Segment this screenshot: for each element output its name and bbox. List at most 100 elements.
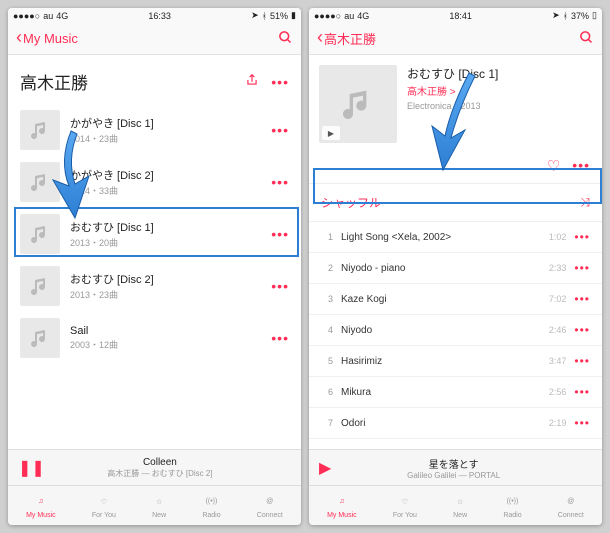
track-row[interactable]: 8Garbha3:41••• xyxy=(309,439,602,449)
track-row[interactable]: 1Light Song <Xela, 2002>1:02••• xyxy=(309,222,602,253)
radio-icon: ((•)) xyxy=(206,493,218,511)
more-icon[interactable]: ••• xyxy=(574,323,590,337)
heart-icon: ♡ xyxy=(402,493,408,511)
more-icon[interactable]: ••• xyxy=(271,174,289,190)
tab-for-you[interactable]: ♡For You xyxy=(393,493,417,519)
more-icon[interactable]: ••• xyxy=(271,74,289,90)
tab-bar: ♫My Music ♡For You ☆New ((•))Radio @Conn… xyxy=(8,485,301,525)
bluetooth-icon: ᚼ xyxy=(563,11,568,21)
star-icon: ☆ xyxy=(156,493,162,511)
track-row[interactable]: 6Mikura2:56••• xyxy=(309,377,602,408)
more-icon[interactable]: ••• xyxy=(271,278,289,294)
album-sub: 2013・23曲 xyxy=(70,288,261,301)
now-playing-bar[interactable]: ▶ 星を落とすGalileo Galilei — PORTAL xyxy=(309,449,602,485)
nav-bar: ‹ 高木正勝 xyxy=(309,23,602,55)
track-row[interactable]: 7Odori2:19••• xyxy=(309,408,602,439)
np-title: 星を落とす xyxy=(341,456,566,471)
back-button[interactable]: ‹ My Music xyxy=(16,29,78,48)
tab-my-music[interactable]: ♫My Music xyxy=(327,493,357,519)
screen-album-tracks: ●●●●○ au 4G 18:41 ➤ ᚼ 37% ▯ ‹ 高木正勝 ▶ おむす… xyxy=(309,8,602,525)
album-title: おむすひ [Disc 2] xyxy=(70,271,261,287)
album-row[interactable]: おむすひ [Disc 2]2013・23曲 ••• xyxy=(8,260,301,312)
album-list[interactable]: かがやき [Disc 1]2014・23曲 ••• かがやき [Disc 2]2… xyxy=(8,104,301,449)
more-icon[interactable]: ••• xyxy=(271,330,289,346)
album-art-large[interactable]: ▶ xyxy=(319,65,397,143)
battery-icon: ▮ xyxy=(291,10,296,21)
more-icon[interactable]: ••• xyxy=(574,261,590,275)
track-list[interactable]: 1Light Song <Xela, 2002>1:02••• 2Niyodo … xyxy=(309,222,602,449)
track-row[interactable]: 5Hasirimiz3:47••• xyxy=(309,346,602,377)
album-sub: 2014・23曲 xyxy=(70,132,261,145)
battery-icon: ▯ xyxy=(592,10,597,21)
star-icon: ☆ xyxy=(457,493,463,511)
tab-connect[interactable]: @Connect xyxy=(257,493,283,519)
status-bar: ●●●●○ au 4G 18:41 ➤ ᚼ 37% ▯ xyxy=(309,8,602,23)
now-playing-bar[interactable]: ❚❚ Colleen高木正勝 — おむすひ [Disc 2] xyxy=(8,449,301,485)
shuffle-button[interactable]: シャッフル ⤨ xyxy=(309,184,602,222)
network-label: 4G xyxy=(357,11,369,21)
heart-icon: ♡ xyxy=(101,493,107,511)
share-icon[interactable] xyxy=(245,73,259,90)
back-button[interactable]: ‹ 高木正勝 xyxy=(317,29,376,48)
track-row[interactable]: 3Kaze Kogi7:02••• xyxy=(309,284,602,315)
more-icon[interactable]: ••• xyxy=(574,292,590,306)
album-row[interactable]: かがやき [Disc 1]2014・23曲 ••• xyxy=(8,104,301,156)
album-art-icon xyxy=(20,318,60,358)
album-art-icon xyxy=(20,266,60,306)
carrier-label: au xyxy=(43,11,53,21)
album-sub: 2003・12曲 xyxy=(70,338,261,351)
back-label: 高木正勝 xyxy=(324,29,376,48)
location-icon: ➤ xyxy=(552,10,560,21)
back-label: My Music xyxy=(23,31,78,46)
artist-header: 高木正勝 ••• xyxy=(8,55,301,104)
tab-radio[interactable]: ((•))Radio xyxy=(202,493,220,519)
tab-radio[interactable]: ((•))Radio xyxy=(503,493,521,519)
album-row[interactable]: おむすひ [Disc 1]2013・20曲 ••• xyxy=(8,208,301,260)
battery-label: 51% xyxy=(270,11,288,21)
chevron-left-icon: ‹ xyxy=(16,27,22,48)
bluetooth-icon: ᚼ xyxy=(262,11,267,21)
album-title: Sail xyxy=(70,325,261,337)
shuffle-label: シャッフル xyxy=(321,194,381,211)
more-icon[interactable]: ••• xyxy=(572,157,590,175)
search-icon[interactable] xyxy=(579,30,594,48)
track-row[interactable]: 4Niyodo2:46••• xyxy=(309,315,602,346)
nav-bar: ‹ My Music xyxy=(8,23,301,55)
tab-my-music[interactable]: ♫My Music xyxy=(26,493,56,519)
np-sub: Galileo Galilei — PORTAL xyxy=(341,471,566,480)
pause-icon[interactable]: ❚❚ xyxy=(18,458,45,478)
album-header: ▶ おむすひ [Disc 1] 高木正勝 > Electronica・2013 xyxy=(309,55,602,153)
np-sub: 高木正勝 — おむすひ [Disc 2] xyxy=(55,468,265,479)
track-row[interactable]: 2Niyodo - piano2:33••• xyxy=(309,253,602,284)
more-icon[interactable]: ••• xyxy=(271,226,289,242)
chevron-left-icon: ‹ xyxy=(317,27,323,48)
more-icon[interactable]: ••• xyxy=(574,230,590,244)
clock-label: 18:41 xyxy=(449,11,472,21)
more-icon[interactable]: ••• xyxy=(574,385,590,399)
tab-bar: ♫My Music ♡For You ☆New ((•))Radio @Conn… xyxy=(309,485,602,525)
heart-icon[interactable]: ♡ xyxy=(547,157,560,175)
album-row[interactable]: Sail2003・12曲 ••• xyxy=(8,312,301,364)
tab-for-you[interactable]: ♡For You xyxy=(92,493,116,519)
status-bar: ●●●●○ au 4G 16:33 ➤ ᚼ 51% ▮ xyxy=(8,8,301,23)
search-icon[interactable] xyxy=(278,30,293,48)
more-icon[interactable]: ••• xyxy=(574,416,590,430)
album-row[interactable]: かがやき [Disc 2]2014・33曲 ••• xyxy=(8,156,301,208)
tab-new[interactable]: ☆New xyxy=(152,493,166,519)
np-title: Colleen xyxy=(55,457,265,468)
play-icon[interactable]: ▶ xyxy=(319,458,331,478)
play-icon[interactable]: ▶ xyxy=(322,126,340,140)
clock-label: 16:33 xyxy=(148,11,171,21)
album-art-icon xyxy=(20,214,60,254)
tab-new[interactable]: ☆New xyxy=(453,493,467,519)
album-title: おむすひ [Disc 1] xyxy=(70,219,261,235)
album-title: かがやき [Disc 2] xyxy=(70,167,261,183)
album-meta: Electronica・2013 xyxy=(407,99,592,112)
album-sub: 2013・20曲 xyxy=(70,236,261,249)
more-icon[interactable]: ••• xyxy=(271,122,289,138)
tab-connect[interactable]: @Connect xyxy=(558,493,584,519)
album-artist-link[interactable]: 高木正勝 > xyxy=(407,83,592,98)
more-icon[interactable]: ••• xyxy=(574,354,590,368)
at-icon: @ xyxy=(567,493,574,511)
album-title: おむすひ [Disc 1] xyxy=(407,65,592,82)
